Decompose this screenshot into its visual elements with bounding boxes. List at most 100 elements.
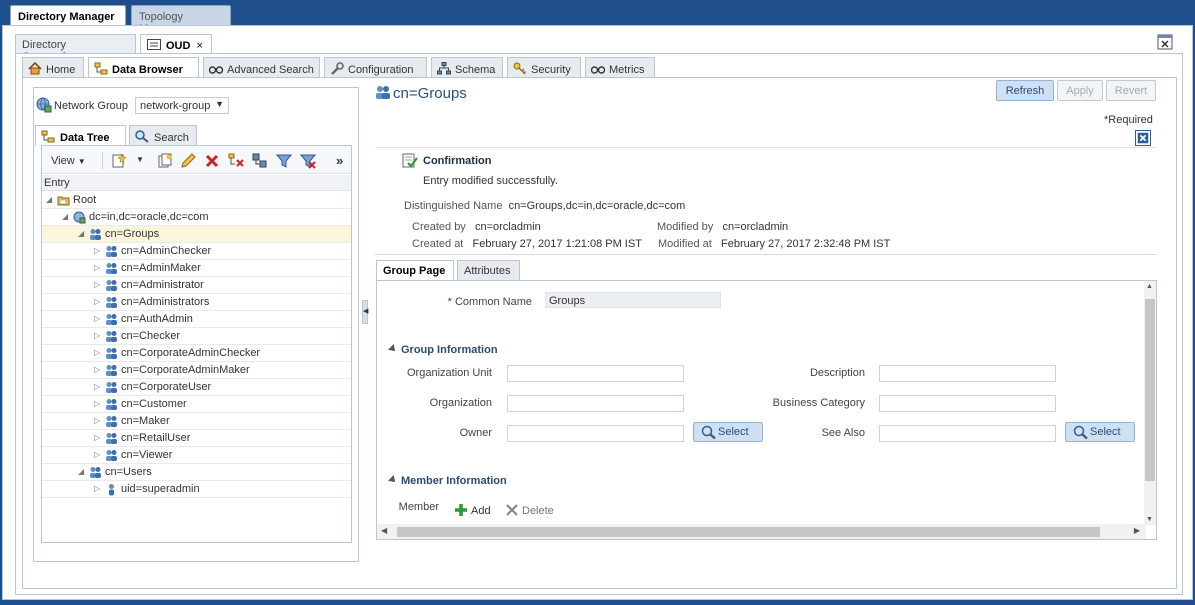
overflow-chevron-icon[interactable]: »: [336, 153, 343, 168]
tab-group-page[interactable]: Group Page: [376, 260, 454, 281]
collapsed-triangle-icon[interactable]: ▷: [94, 314, 102, 324]
tab-configuration[interactable]: Configuration: [324, 57, 427, 78]
group-information-header[interactable]: Group Information: [388, 344, 498, 356]
collapsed-triangle-icon[interactable]: ▷: [94, 297, 102, 307]
collapsed-triangle-icon[interactable]: ▷: [94, 348, 102, 358]
tab-directory-connections[interactable]: Directory Connections: [15, 34, 136, 63]
common-name-field[interactable]: Groups: [545, 292, 721, 308]
tree-row[interactable]: ◢ cn=Users: [42, 464, 351, 481]
delete-icon[interactable]: [204, 153, 220, 169]
filter-icon[interactable]: [276, 153, 292, 169]
horizontal-scrollbar[interactable]: ◀ ▶: [377, 524, 1146, 539]
collapsed-triangle-icon[interactable]: ▷: [94, 246, 102, 256]
create-dropdown-arrow-icon[interactable]: ▼: [136, 155, 144, 164]
see-also-select-button[interactable]: Select: [1065, 422, 1135, 442]
copy-entry-icon[interactable]: [252, 153, 268, 169]
tree-row[interactable]: ▷ cn=Administrators: [42, 294, 351, 311]
tree-row-label: cn=CorporateUser: [121, 381, 212, 393]
detach-window-icon[interactable]: [1157, 34, 1173, 50]
tab-attributes[interactable]: Attributes: [457, 260, 520, 281]
delete-subtree-icon[interactable]: [228, 153, 244, 169]
revert-button[interactable]: Revert: [1106, 80, 1156, 101]
collapsed-triangle-icon[interactable]: ▷: [94, 416, 102, 426]
owner-input[interactable]: [507, 425, 684, 442]
pane-collapse-handle[interactable]: ◀: [362, 300, 368, 324]
horizontal-scroll-thumb[interactable]: [397, 527, 1100, 537]
organization-unit-label: Organization Unit: [407, 367, 492, 379]
tree-row[interactable]: ▷ cn=Checker: [42, 328, 351, 345]
organization-input[interactable]: [507, 395, 684, 412]
delete-member-button[interactable]: Delete: [505, 503, 554, 517]
tree-row-label: cn=AdminMaker: [121, 262, 201, 274]
collapsed-triangle-icon[interactable]: ▷: [94, 263, 102, 273]
tree-row[interactable]: ▷ cn=CorporateAdminChecker: [42, 345, 351, 362]
expanded-triangle-icon[interactable]: ◢: [46, 195, 54, 205]
tree-row[interactable]: ▷ cn=Viewer: [42, 447, 351, 464]
app-tab-directory-manager[interactable]: Directory Manager: [10, 5, 126, 26]
tree-row[interactable]: ▷ cn=CorporateUser: [42, 379, 351, 396]
remove-filter-icon[interactable]: [300, 153, 316, 169]
collapsed-triangle-icon[interactable]: ▷: [94, 433, 102, 443]
app-tab-topology-manager[interactable]: Topology Manager: [131, 5, 231, 35]
apply-button[interactable]: Apply: [1057, 80, 1103, 101]
collapsed-triangle-icon[interactable]: ▷: [94, 450, 102, 460]
collapse-arrow-icon: ◀: [363, 308, 369, 315]
tab-search[interactable]: Search: [129, 125, 197, 146]
organization-unit-input[interactable]: [507, 365, 684, 382]
tree-row[interactable]: ▷ cn=Customer: [42, 396, 351, 413]
tab-close-icon[interactable]: ×: [197, 40, 203, 52]
tree-row-label: dc=in,dc=oracle,dc=com: [89, 211, 209, 223]
collapsed-triangle-icon[interactable]: ▷: [94, 399, 102, 409]
collapsed-triangle-icon[interactable]: ▷: [94, 331, 102, 341]
close-confirmation-icon[interactable]: [1135, 130, 1151, 146]
see-also-label: See Also: [821, 427, 865, 439]
wrench-icon: [331, 62, 344, 75]
add-member-button[interactable]: Add: [454, 503, 491, 517]
created-at-row: Created at February 27, 2017 1:21:08 PM …: [412, 238, 642, 250]
tab-advanced-search[interactable]: Advanced Search: [203, 57, 320, 78]
vertical-scroll-thumb[interactable]: [1145, 299, 1155, 481]
tree-row[interactable]: ▷ cn=AdminChecker: [42, 243, 351, 260]
tree-row[interactable]: ▷ uid=superadmin: [42, 481, 351, 498]
collapsed-triangle-icon[interactable]: ▷: [94, 365, 102, 375]
tree-row[interactable]: ▷ cn=AuthAdmin: [42, 311, 351, 328]
tree-row[interactable]: ◢ cn=Groups: [42, 226, 351, 243]
network-group-select[interactable]: network-group ▼: [135, 97, 229, 114]
create-from-entry-icon[interactable]: [157, 153, 173, 169]
expanded-triangle-icon[interactable]: ◢: [78, 229, 86, 239]
tab-metrics[interactable]: Metrics: [585, 57, 655, 78]
vertical-scrollbar[interactable]: ▲ ▼: [1144, 281, 1156, 525]
expanded-triangle-icon[interactable]: ◢: [62, 212, 70, 222]
tab-home[interactable]: Home: [22, 57, 84, 78]
create-entry-icon[interactable]: [111, 153, 127, 169]
collapsed-triangle-icon[interactable]: ▷: [94, 280, 102, 290]
tree-row[interactable]: ▷ cn=AdminMaker: [42, 260, 351, 277]
edit-pencil-icon[interactable]: [180, 153, 196, 169]
tab-oud[interactable]: OUD ×: [140, 34, 212, 54]
network-group-value: network-group: [140, 100, 211, 112]
tab-security[interactable]: Security: [507, 57, 581, 78]
collapsed-triangle-icon[interactable]: ▷: [94, 382, 102, 392]
owner-select-button[interactable]: Select: [693, 422, 763, 442]
tree-row[interactable]: ▷ cn=Maker: [42, 413, 351, 430]
confirmation-check-icon: [402, 153, 418, 168]
tree-row[interactable]: ◢ Root: [42, 192, 351, 209]
see-also-input[interactable]: [879, 425, 1056, 442]
tree-row[interactable]: ▷ cn=RetailUser: [42, 430, 351, 447]
tree-row[interactable]: ▷ cn=Administrator: [42, 277, 351, 294]
collapsed-triangle-icon[interactable]: ▷: [94, 484, 102, 494]
expanded-triangle-icon[interactable]: ◢: [78, 467, 86, 477]
description-input[interactable]: [879, 365, 1056, 382]
tab-schema[interactable]: Schema: [431, 57, 503, 78]
tab-data-browser[interactable]: Data Browser: [88, 57, 199, 79]
view-menu[interactable]: View ▼: [51, 155, 86, 167]
member-information-header[interactable]: Member Information: [388, 475, 507, 487]
business-category-input[interactable]: [879, 395, 1056, 412]
refresh-button[interactable]: Refresh: [996, 80, 1054, 101]
window-close-icon[interactable]: [1173, 2, 1183, 12]
tree-row[interactable]: ▷ cn=CorporateAdminMaker: [42, 362, 351, 379]
tab-advanced-search-label: Advanced Search: [227, 64, 314, 76]
tree-row[interactable]: ◢ dc=in,dc=oracle,dc=com: [42, 209, 351, 226]
tab-data-tree[interactable]: Data Tree: [35, 125, 126, 146]
divider: [375, 254, 1157, 255]
